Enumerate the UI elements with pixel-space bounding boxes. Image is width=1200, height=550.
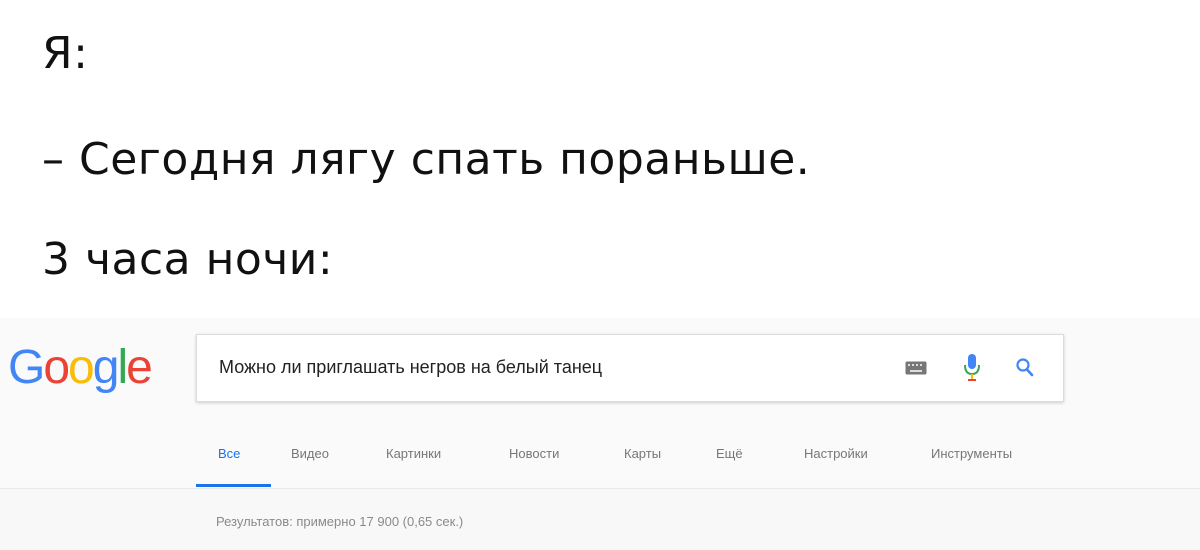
logo-letter: o <box>43 341 70 394</box>
search-icon[interactable] <box>1015 357 1035 384</box>
keyboard-icon[interactable] <box>905 361 927 380</box>
google-results-page: Google Можно ли приглашать негров на бел… <box>0 318 1200 550</box>
tab-maps[interactable]: Карты <box>624 446 661 461</box>
active-tab-indicator <box>196 484 271 487</box>
meme-line-me: Я: <box>42 28 89 79</box>
results-stats: Результатов: примерно 17 900 (0,65 сек.) <box>216 514 464 529</box>
google-logo[interactable]: Google <box>8 340 153 395</box>
logo-letter: l <box>117 341 128 394</box>
logo-letter: G <box>8 341 45 394</box>
tab-video[interactable]: Видео <box>291 446 329 461</box>
tab-all[interactable]: Все <box>218 446 240 461</box>
search-tabs: Все Видео Картинки Новости Карты Ещё Нас… <box>0 440 1200 488</box>
logo-letter: e <box>126 341 153 394</box>
logo-letter: o <box>68 341 95 394</box>
tab-more[interactable]: Ещё <box>716 446 743 461</box>
search-query-text[interactable]: Можно ли приглашать негров на белый тане… <box>219 357 602 378</box>
meme-line-promise: – Сегодня лягу спать пораньше. <box>42 134 811 185</box>
tab-settings[interactable]: Настройки <box>804 446 868 461</box>
tab-tools[interactable]: Инструменты <box>931 446 1012 461</box>
tab-images[interactable]: Картинки <box>386 446 441 461</box>
meme-line-3am: 3 часа ночи: <box>42 234 334 285</box>
tab-news[interactable]: Новости <box>509 446 559 461</box>
search-input[interactable]: Можно ли приглашать негров на белый тане… <box>196 334 1064 402</box>
logo-letter: g <box>92 341 120 394</box>
mic-icon[interactable] <box>963 353 981 388</box>
